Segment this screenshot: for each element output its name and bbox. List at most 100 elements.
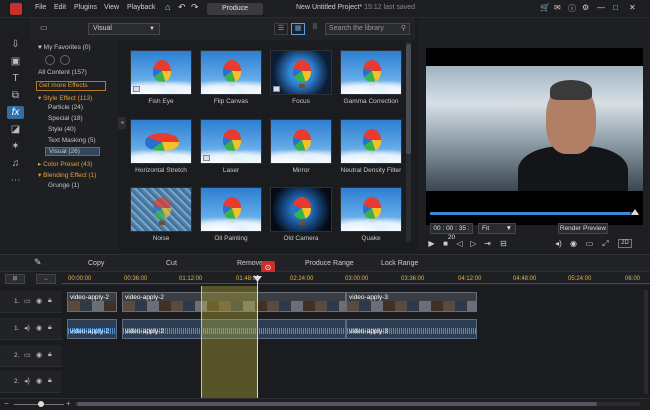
maximize-icon[interactable]: □	[613, 3, 618, 12]
eye-icon[interactable]: ◉	[36, 377, 42, 385]
get-more-effects-button[interactable]: Get more Effects	[36, 81, 106, 91]
home-icon[interactable]: ⌂	[165, 2, 170, 12]
cut-button[interactable]: Cut	[166, 260, 177, 267]
eye-icon[interactable]: ◉	[36, 324, 42, 332]
effect-thumb-gamma-correction[interactable]	[340, 50, 402, 95]
zoom-fit-dropdown[interactable]: Fit ▼	[478, 223, 516, 234]
menu-edit[interactable]: Edit	[54, 4, 66, 11]
audio-icon[interactable]: ♫	[9, 157, 22, 170]
menu-view[interactable]: View	[104, 4, 119, 11]
stop-icon[interactable]: ■	[440, 238, 451, 249]
dock-icon[interactable]: ▭	[584, 238, 595, 249]
tree-text-masking[interactable]: Text Masking (5)	[48, 137, 96, 144]
menu-file[interactable]: File	[35, 4, 46, 11]
timecode-display[interactable]: 00 : 00 : 35 : 20	[430, 223, 473, 241]
zoom-in-icon[interactable]: +	[66, 399, 71, 408]
2d-3d-toggle-icon[interactable]: 2D	[618, 239, 632, 248]
snapshot-icon[interactable]: ◉	[568, 238, 579, 249]
timeline-horizontal-scrollbar[interactable]	[75, 402, 640, 406]
effect-thumb-quake[interactable]	[340, 187, 402, 232]
library-search-input[interactable]: Search the library ⚲	[325, 23, 410, 35]
import-icon[interactable]: ⇩	[9, 38, 22, 51]
split-icon[interactable]: ⊟	[498, 238, 509, 249]
fullscreen-icon[interactable]: ⤢	[600, 238, 611, 249]
audio-clip[interactable]: video-apply-2	[67, 319, 117, 339]
minimize-icon[interactable]: —	[597, 3, 605, 12]
fit-timeline-icon[interactable]: ↔	[36, 274, 56, 284]
cart-icon[interactable]: 🛒	[540, 3, 550, 12]
favorite-remove-icon[interactable]	[60, 55, 70, 65]
library-scrollbar[interactable]	[406, 42, 411, 242]
effect-thumb-fish-eye[interactable]	[130, 50, 192, 95]
volume-icon[interactable]: ◂)	[553, 238, 564, 249]
tree-visual[interactable]: Visual (26)	[45, 147, 100, 156]
remove-button[interactable]: Remove	[237, 260, 263, 267]
effect-thumb-old-camera[interactable]	[270, 187, 332, 232]
effect-thumb-flip-canvas[interactable]	[200, 50, 262, 95]
tree-style[interactable]: Style (40)	[48, 126, 76, 133]
search-icon[interactable]: ⚲	[401, 24, 406, 34]
video-clip[interactable]: video-apply-2	[67, 292, 117, 312]
pip-icon[interactable]: ◪	[9, 123, 22, 136]
particle-icon[interactable]: ✶	[9, 140, 22, 153]
zoom-out-icon[interactable]: −	[4, 399, 9, 408]
range-selection[interactable]	[201, 286, 258, 398]
effect-thumb-horizontal-stretch[interactable]	[130, 119, 192, 164]
grid-view-icon[interactable]: ▦	[291, 23, 305, 35]
notification-icon[interactable]: ✉	[554, 3, 561, 12]
effect-thumb-mirror[interactable]	[270, 119, 332, 164]
list-view-icon[interactable]: ☰	[274, 23, 288, 35]
dots-icon[interactable]: ⠿	[308, 23, 322, 35]
track-manager-icon[interactable]: ⊞	[5, 274, 25, 284]
library-category-dropdown[interactable]: Visual ▼	[88, 23, 160, 35]
play-icon[interactable]: ▶	[426, 238, 437, 249]
scrollbar-thumb[interactable]	[77, 402, 597, 406]
next-frame-icon[interactable]: ▷	[468, 238, 479, 249]
lock-icon[interactable]: 🔒︎	[48, 324, 52, 332]
undo-icon[interactable]: ↶	[178, 2, 186, 13]
effect-thumb-neutral-density-filter[interactable]	[340, 119, 402, 164]
tree-particle[interactable]: Particle (24)	[48, 104, 83, 111]
zoom-slider-handle[interactable]	[38, 401, 44, 407]
redo-icon[interactable]: ↷	[191, 2, 199, 13]
effect-thumb-laser[interactable]	[200, 119, 262, 164]
scrollbar-thumb[interactable]	[406, 44, 411, 154]
effect-thumb-oil-painting[interactable]	[200, 187, 262, 232]
tree-my-favorites[interactable]: ♥ My Favorites (0)	[38, 44, 91, 51]
transition-icon[interactable]: ⧉	[9, 89, 22, 102]
tree-special[interactable]: Special (18)	[48, 115, 83, 122]
tree-grunge[interactable]: Grunge (1)	[48, 182, 79, 189]
favorite-add-icon[interactable]	[45, 55, 55, 65]
title-icon[interactable]: T	[9, 72, 22, 85]
tree-all-content[interactable]: All Content (157)	[38, 69, 87, 76]
render-preview-button[interactable]: Render Preview	[558, 223, 608, 234]
copy-button[interactable]: Copy	[88, 260, 104, 267]
produce-range-button[interactable]: Produce Range	[305, 260, 354, 267]
tree-color-preset[interactable]: ▸ Color Preset (43)	[38, 160, 93, 168]
effect-thumb-focus[interactable]	[270, 50, 332, 95]
video-clip[interactable]: video-apply-3	[346, 292, 477, 312]
effect-thumb-noise[interactable]	[130, 187, 192, 232]
lock-icon[interactable]: 🔒︎	[48, 377, 52, 385]
seekbar-handle[interactable]	[631, 209, 639, 215]
lock-icon[interactable]: 🔒︎	[48, 351, 52, 359]
info-icon[interactable]: ⓘ	[568, 3, 576, 14]
audio-clip[interactable]: video-apply-3	[346, 319, 477, 339]
lock-icon[interactable]: 🔒︎	[48, 297, 52, 305]
menu-plugins[interactable]: Plugins	[74, 4, 97, 11]
fx-icon[interactable]: fx	[7, 106, 24, 119]
media-icon[interactable]: ▣	[9, 55, 22, 68]
produce-button[interactable]: Produce	[207, 3, 263, 15]
close-icon[interactable]: ✕	[629, 3, 636, 12]
lock-range-button[interactable]: Lock Range	[381, 260, 418, 267]
tree-blending-effect[interactable]: ▾ Blending Effect (1)	[38, 171, 96, 179]
search-toggle-icon[interactable]: ▭	[40, 23, 48, 32]
prev-frame-icon[interactable]: ◁	[454, 238, 465, 249]
tree-style-effect[interactable]: ▾ Style Effect (113)	[38, 94, 92, 102]
eye-icon[interactable]: ◉	[36, 351, 42, 359]
more-icon[interactable]: ⋯	[9, 174, 22, 187]
menu-playback[interactable]: Playback	[127, 4, 155, 11]
pencil-icon[interactable]: ✎	[34, 257, 42, 268]
settings-icon[interactable]: ⚙	[582, 3, 589, 12]
collapse-tree-icon[interactable]: ◂	[118, 117, 126, 129]
